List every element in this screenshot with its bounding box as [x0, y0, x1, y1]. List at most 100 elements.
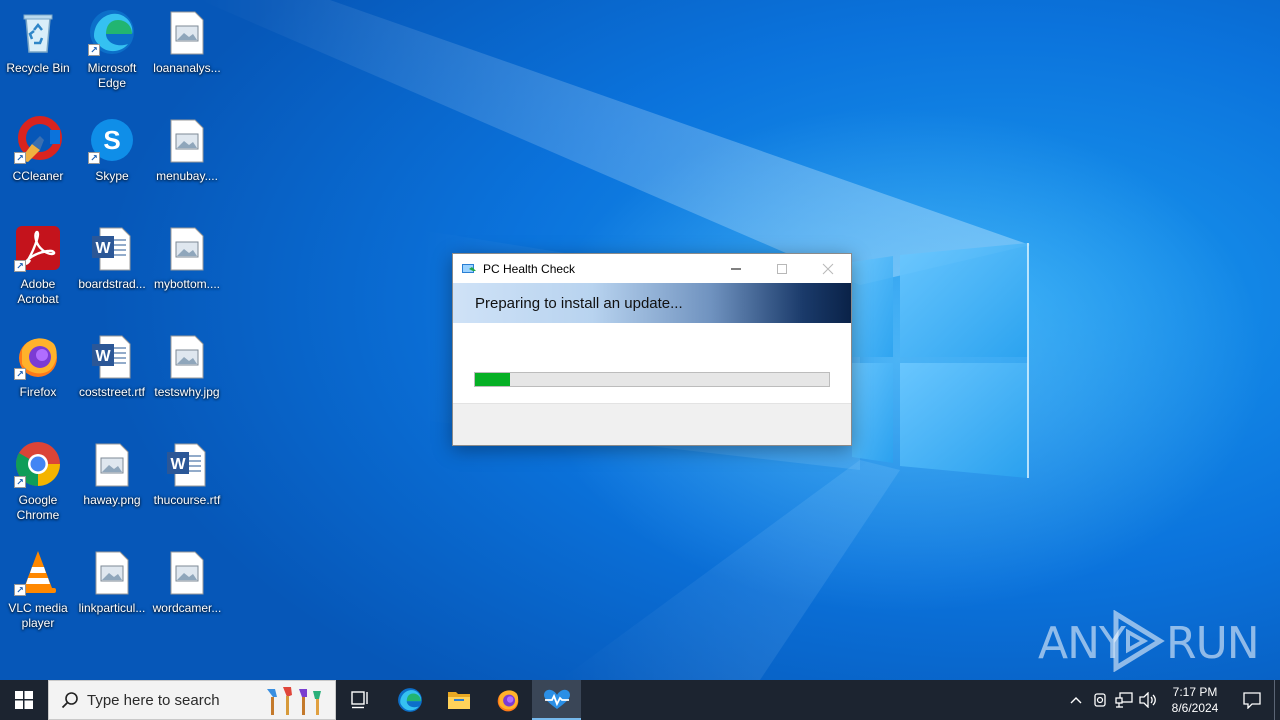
status-banner: Preparing to install an update... — [453, 283, 851, 323]
svg-text:W: W — [95, 240, 111, 257]
firefox-icon: ↗ — [14, 332, 62, 380]
show-hidden-icons-button[interactable] — [1064, 680, 1088, 720]
desktop-icon-wordcamer[interactable]: wordcamer... — [149, 544, 225, 644]
desktop-icon-testswhy[interactable]: testswhy.jpg — [149, 328, 225, 428]
desktop-icon-boardstrad[interactable]: W boardstrad... — [74, 220, 150, 320]
desktop-icon-label: coststreet.rtf — [78, 385, 146, 399]
word-doc-icon: W — [163, 440, 211, 488]
search-icon — [61, 692, 78, 709]
status-message: Preparing to install an update... — [475, 294, 683, 312]
tray-device-button[interactable] — [1088, 680, 1112, 720]
image-file-icon — [163, 332, 211, 380]
desktop-icon-label: haway.png — [83, 493, 141, 507]
windows-start-icon — [15, 691, 33, 709]
clock-date: 8/6/2024 — [1171, 701, 1219, 715]
desktop-icon-label: linkparticul... — [78, 601, 146, 615]
start-button[interactable] — [0, 680, 48, 720]
image-file-icon — [163, 224, 211, 272]
desktop-icon-loananalys[interactable]: loananalys... — [149, 4, 225, 104]
taskbar-pc-health-check-button[interactable] — [532, 680, 581, 720]
desktop-icon-label: VLC media player — [8, 601, 68, 630]
desktop-icon-label: wordcamer... — [152, 601, 222, 615]
recycle-bin-icon — [14, 8, 62, 56]
taskbar-search-box[interactable]: Type here to search — [48, 680, 336, 720]
desktop-icon-mybottom[interactable]: mybottom.... — [149, 220, 225, 320]
notification-icon — [1243, 692, 1261, 709]
shortcut-arrow-icon: ↗ — [14, 476, 26, 488]
taskbar-firefox-button[interactable] — [483, 680, 532, 720]
svg-text:W: W — [170, 456, 186, 473]
word-doc-icon: W — [88, 332, 136, 380]
desktop-icon-thucourse[interactable]: W thucourse.rtf — [149, 436, 225, 536]
desktop-icon-label: Adobe Acrobat — [17, 277, 59, 306]
chevron-up-icon — [1070, 697, 1082, 704]
image-file-icon — [163, 548, 211, 596]
desktop-icon-menubay[interactable]: menubay.... — [149, 112, 225, 212]
maximize-button[interactable] — [759, 254, 805, 283]
firefox-icon — [497, 690, 518, 712]
shortcut-arrow-icon: ↗ — [14, 368, 26, 380]
desktop-icon-label: boardstrad... — [78, 277, 146, 291]
desktop-icon-label: testswhy.jpg — [154, 385, 220, 399]
shortcut-arrow-icon: ↗ — [14, 152, 26, 164]
maximize-icon — [777, 263, 787, 274]
desktop-icon-ccleaner[interactable]: ↗ CCleaner — [0, 112, 76, 212]
svg-text:S: S — [103, 125, 120, 155]
vlc-icon: ↗ — [14, 548, 62, 596]
show-desktop-button[interactable] — [1274, 680, 1280, 720]
pc-health-check-window: PC Health Check Preparing to install an … — [452, 253, 852, 446]
desktop-icon-label: Recycle Bin — [6, 61, 70, 75]
window-titlebar[interactable]: PC Health Check — [453, 254, 851, 283]
watermark-text-right: RUN — [1166, 618, 1260, 669]
close-button[interactable] — [805, 254, 851, 283]
ccleaner-icon: ↗ — [14, 116, 62, 164]
image-file-icon — [88, 440, 136, 488]
dialog-body — [453, 323, 851, 403]
tray-network-button[interactable] — [1112, 680, 1136, 720]
desktop: Recycle Bin ↗ CCleaner ↗ Adobe Acrobat ↗… — [0, 0, 1280, 680]
task-view-icon — [350, 691, 368, 709]
desktop-icon-label: Google Chrome — [16, 493, 60, 522]
shortcut-arrow-icon: ↗ — [14, 260, 26, 272]
desktop-icon-label: loananalys... — [153, 61, 221, 75]
search-highlight-paintbrushes-icon — [267, 687, 321, 715]
file-explorer-icon — [447, 692, 470, 709]
desktop-icon-recycle-bin[interactable]: Recycle Bin — [0, 4, 76, 104]
word-doc-icon: W — [88, 224, 136, 272]
acrobat-icon: ↗ — [14, 224, 62, 272]
progress-bar-fill — [475, 373, 511, 386]
minimize-icon — [731, 268, 741, 269]
shortcut-arrow-icon: ↗ — [88, 44, 100, 56]
desktop-icon-label: Microsoft Edge — [87, 61, 137, 90]
tray-volume-button[interactable] — [1136, 680, 1160, 720]
skype-icon: S ↗ — [88, 116, 136, 164]
desktop-icon-label: menubay.... — [156, 169, 218, 183]
progress-bar — [474, 372, 830, 387]
chrome-icon: ↗ — [14, 440, 62, 488]
desktop-icon-haway[interactable]: haway.png — [74, 436, 150, 536]
taskbar-edge-button[interactable] — [385, 680, 434, 720]
close-icon — [822, 263, 834, 274]
pc-health-check-app-icon — [462, 263, 476, 273]
edge-icon: ↗ — [88, 8, 136, 56]
shortcut-arrow-icon: ↗ — [14, 584, 26, 596]
taskbar-clock[interactable]: 7:17 PM 8/6/2024 — [1160, 684, 1230, 716]
dialog-footer — [453, 403, 851, 445]
search-placeholder: Type here to search — [87, 691, 220, 709]
task-view-button[interactable] — [336, 680, 385, 720]
image-file-icon — [163, 116, 211, 164]
action-center-button[interactable] — [1230, 680, 1274, 720]
desktop-icon-label: thucourse.rtf — [153, 493, 221, 507]
desktop-icon-google-chrome[interactable]: ↗ Google Chrome — [0, 436, 76, 536]
minimize-button[interactable] — [713, 254, 759, 283]
taskbar-file-explorer-button[interactable] — [434, 680, 483, 720]
watermark-play-icon — [1113, 610, 1165, 672]
desktop-icon-vlc[interactable]: ↗ VLC media player — [0, 544, 76, 644]
desktop-icon-firefox[interactable]: ↗ Firefox — [0, 328, 76, 428]
desktop-icon-microsoft-edge[interactable]: ↗ Microsoft Edge — [74, 4, 150, 104]
desktop-icon-adobe-acrobat[interactable]: ↗ Adobe Acrobat — [0, 220, 76, 320]
desktop-icon-linkparticul[interactable]: linkparticul... — [74, 544, 150, 644]
desktop-icon-skype[interactable]: S ↗ Skype — [74, 112, 150, 212]
desktop-icon-coststreet[interactable]: W coststreet.rtf — [74, 328, 150, 428]
clock-time: 7:17 PM — [1172, 685, 1218, 699]
